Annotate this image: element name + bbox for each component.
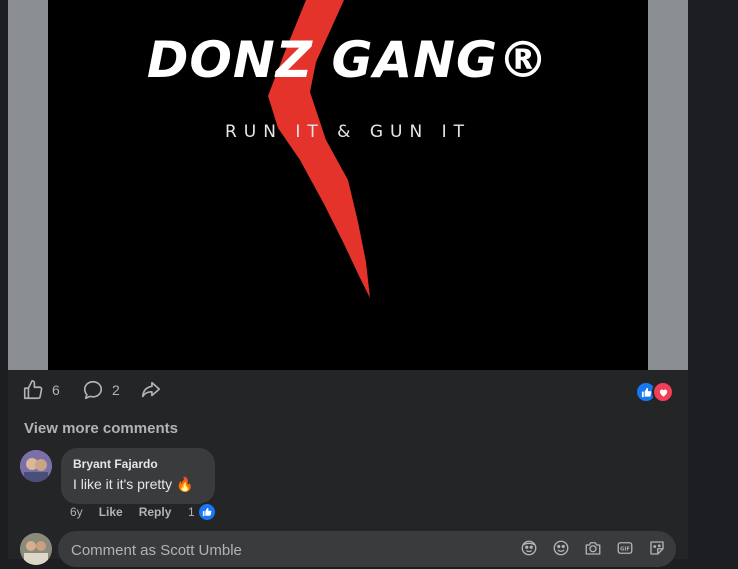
thumbs-up-icon: [22, 379, 44, 401]
logo-tagline: RUN IT & GUN IT: [225, 122, 471, 142]
reaction-summary[interactable]: [635, 381, 674, 403]
like-count: 6: [52, 382, 60, 398]
comment-timestamp[interactable]: 6y: [70, 505, 83, 519]
share-button[interactable]: [140, 378, 162, 402]
love-reaction-icon: [652, 381, 674, 403]
emoji-icon[interactable]: [552, 539, 570, 557]
current-user-avatar[interactable]: [20, 533, 52, 565]
post-image[interactable]: DONZ GANG® RUN IT & GUN IT: [48, 0, 648, 370]
like-button[interactable]: 6: [22, 378, 60, 402]
post-card: DONZ GANG® RUN IT & GUN IT 6 2 View more…: [8, 0, 688, 569]
comment-meta: 6y Like Reply: [70, 504, 171, 520]
comment-reaction-number: 1: [188, 505, 195, 519]
sticker-icon[interactable]: [648, 539, 666, 557]
comment-button[interactable]: 2: [82, 378, 120, 402]
post-media[interactable]: DONZ GANG® RUN IT & GUN IT: [8, 0, 688, 370]
share-arrow-icon: [140, 379, 162, 401]
comment-like-button[interactable]: Like: [99, 505, 123, 519]
camera-icon[interactable]: [584, 539, 602, 557]
svg-text:GIF: GIF: [620, 547, 630, 553]
view-more-comments-link[interactable]: View more comments: [24, 420, 178, 437]
comment-bubble-icon: [82, 379, 104, 401]
comment-reply-button[interactable]: Reply: [139, 505, 172, 519]
comment-author[interactable]: Bryant Fajardo: [73, 456, 203, 472]
comment-input[interactable]: [69, 531, 513, 569]
comment-text: I like it it's pretty 🔥: [73, 476, 194, 492]
avatar-sticker-icon[interactable]: [520, 539, 538, 557]
gif-icon[interactable]: GIF: [616, 539, 634, 557]
comment-count: 2: [112, 382, 120, 398]
comment-composer: GIF: [58, 531, 676, 569]
composer-icons: GIF: [520, 539, 666, 557]
post-action-bar: 6 2: [8, 370, 688, 410]
logo-title: DONZ GANG®: [146, 31, 550, 89]
commenter-avatar[interactable]: [20, 450, 52, 482]
comment-reaction-count[interactable]: 1: [188, 502, 217, 522]
like-reaction-icon: [196, 502, 217, 522]
comment-bubble: Bryant Fajardo I like it it's pretty 🔥: [61, 448, 215, 504]
